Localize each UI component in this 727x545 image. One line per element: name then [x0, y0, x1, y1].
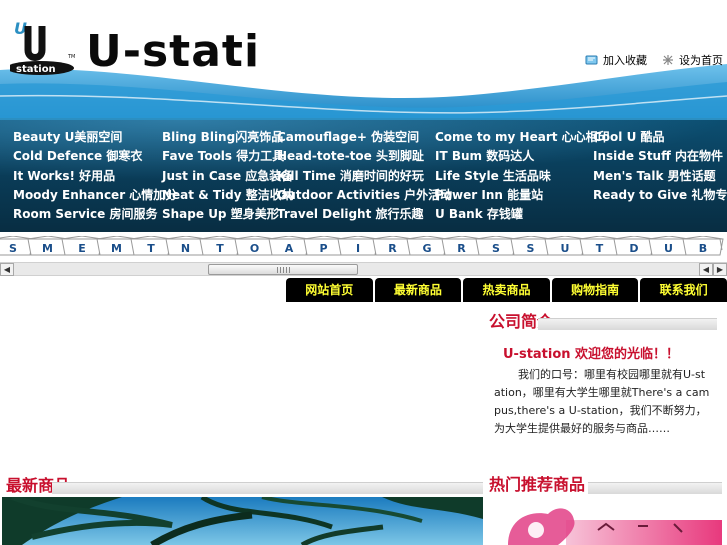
nav-home[interactable]: 网站首页: [286, 278, 373, 302]
promo-graphic: [488, 500, 722, 545]
scroll-left-button-end[interactable]: ◀: [699, 263, 713, 276]
category-link[interactable]: Room Service 房间服务: [13, 207, 157, 221]
new-products-divider: [52, 482, 483, 494]
category-link[interactable]: Ready to Give 礼物专区: [593, 188, 727, 202]
category-link[interactable]: Men's Talk 男性话题: [593, 169, 716, 183]
add-favorite-link[interactable]: 加入收藏: [585, 52, 647, 68]
nav-contact[interactable]: 联系我们: [640, 278, 727, 302]
logo-mark-icon: U station TM: [6, 19, 75, 75]
grip-icon: [277, 267, 291, 273]
header: U station TM U-stati 加入收藏 设为首页: [0, 0, 727, 118]
category-link[interactable]: Beauty U美丽空间: [13, 130, 122, 144]
category-link[interactable]: Power Inn 能量站: [435, 188, 543, 202]
category-link[interactable]: Moody Enhancer 心情加分: [13, 188, 177, 202]
scroll-right-button[interactable]: ▶: [713, 263, 727, 276]
category-link[interactable]: Bling Bling闪亮饰品: [162, 130, 283, 144]
hot-products-heading: 热门推荐商品: [489, 475, 586, 494]
category-link[interactable]: IT Bum 数码达人: [435, 149, 534, 163]
category-link[interactable]: Cool U 酷品: [593, 130, 665, 144]
category-link[interactable]: Come to my Heart 心心相印: [435, 130, 610, 144]
scroll-left-button[interactable]: ◀: [0, 263, 14, 276]
category-link[interactable]: Inside Stuff 内在物件: [593, 149, 723, 163]
scrollbar-thumb[interactable]: [208, 264, 358, 275]
category-link[interactable]: Head-tote-toe 头到脚趾: [277, 149, 424, 163]
set-homepage-label: 设为首页: [679, 54, 723, 67]
hot-products-divider: [588, 482, 722, 494]
category-link[interactable]: Kill Time 消磨时间的好玩: [277, 169, 424, 183]
category-link[interactable]: Neat & Tidy 整洁收纳: [162, 188, 294, 202]
svg-text:TM: TM: [67, 54, 75, 60]
category-link[interactable]: Fave Tools 得力工具: [162, 149, 284, 163]
logo-text: station: [16, 64, 56, 75]
letter-tab-label: B: [698, 242, 708, 255]
intro-divider: [538, 318, 717, 330]
top-links: 加入收藏 设为首页: [585, 52, 723, 68]
bookmark-icon: [585, 55, 598, 65]
site-title: U-stati: [86, 26, 261, 77]
category-link[interactable]: Life Style 生活品味: [435, 169, 551, 183]
letter-tab-b[interactable]: B: [680, 236, 726, 258]
category-link[interactable]: U Bank 存钱罐: [435, 207, 523, 221]
letter-index-bar: SMEMTNTOAPIRGRSSUTDUB: [0, 232, 727, 262]
category-link[interactable]: Outdoor Activities 户外活动: [277, 188, 452, 202]
add-favorite-label: 加入收藏: [603, 54, 647, 67]
set-homepage-link[interactable]: 设为首页: [661, 52, 723, 68]
intro-text: 我们的口号：哪里有校园哪里就有U-station，哪里有大学生哪里就There'…: [494, 368, 710, 435]
home-sparkle-icon: [663, 55, 673, 65]
hot-products-promo-image[interactable]: [488, 500, 722, 545]
category-link[interactable]: Travel Delight 旅行乐趣: [277, 207, 424, 221]
category-menu: Beauty U美丽空间 Bling Bling闪亮饰品 Camouflage+…: [0, 118, 727, 232]
nav-new-products[interactable]: 最新商品: [374, 278, 462, 302]
nav-shopping-guide[interactable]: 购物指南: [551, 278, 639, 302]
category-link[interactable]: Cold Defence 御寒衣: [13, 149, 142, 163]
beach-banner-image[interactable]: [2, 497, 483, 545]
category-link[interactable]: Shape Up 塑身美形: [162, 207, 279, 221]
nav-hot-products[interactable]: 热卖商品: [463, 278, 550, 302]
category-link[interactable]: Just in Case 应急装备: [162, 169, 293, 183]
category-link[interactable]: It Works! 好用品: [13, 169, 115, 183]
category-link[interactable]: Camouflage+ 伪装空间: [277, 130, 419, 144]
palm-tree-image: [2, 497, 483, 545]
main-nav: 网站首页 最新商品 热卖商品 购物指南 联系我们: [286, 278, 727, 302]
site-logo[interactable]: U station TM: [6, 16, 80, 78]
intro-title-link[interactable]: U-station 欢迎您的光临！！: [503, 343, 679, 362]
horizontal-scrollbar[interactable]: ◀ ◀ ▶: [0, 262, 727, 276]
